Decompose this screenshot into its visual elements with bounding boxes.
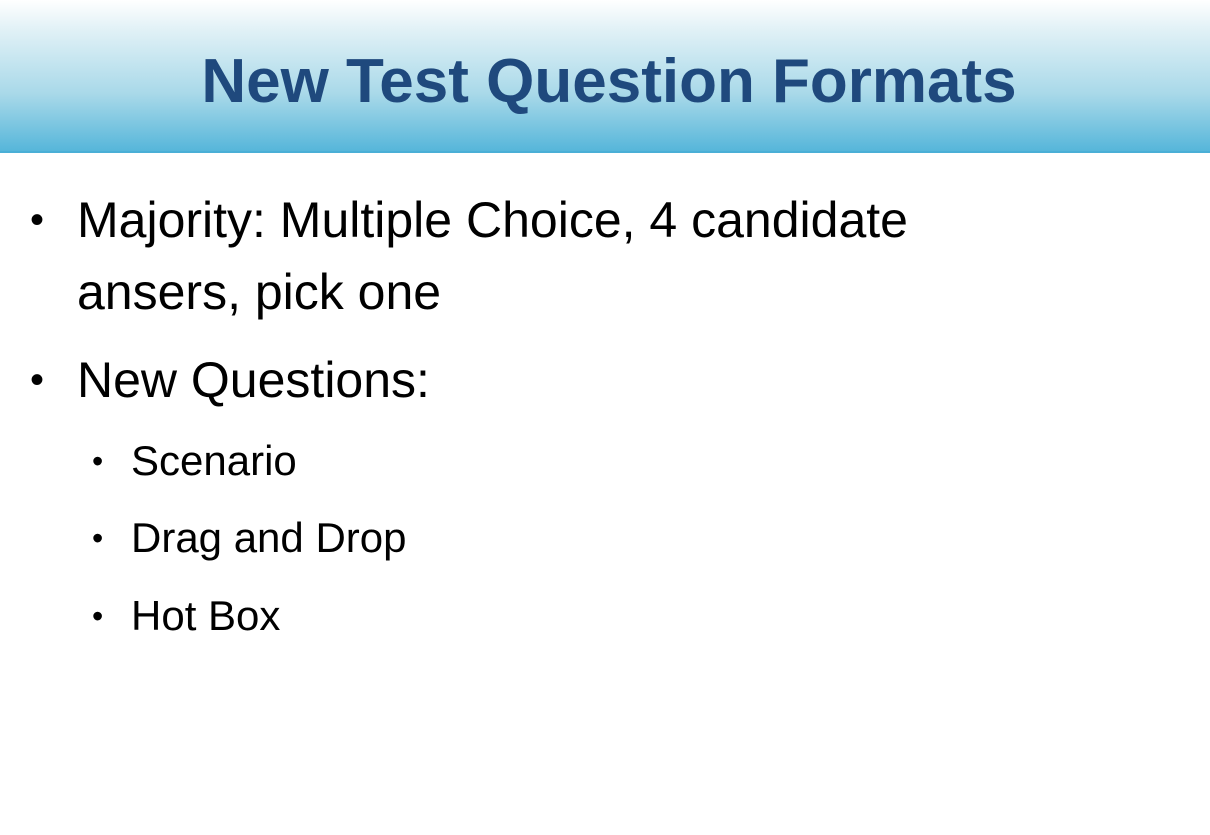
bullet-text-line: New Questions: [77, 352, 430, 408]
bullet-dot-icon: • [30, 198, 45, 242]
bullet-item: • Majority: Multiple Choice, 4 candidate… [0, 184, 1210, 328]
sub-bullet-dot-icon: • [92, 520, 104, 556]
sub-bullet-item: • Hot Box [0, 588, 1210, 644]
sub-bullet-dot-icon: • [92, 598, 104, 634]
sub-bullet-item: • Drag and Drop [0, 510, 1210, 566]
bullet-list: • Majority: Multiple Choice, 4 candidate… [0, 0, 1210, 835]
sub-bullet-text: Scenario [131, 437, 297, 484]
sub-bullet-text: Hot Box [131, 592, 281, 639]
bullet-text-line: Majority: Multiple Choice, 4 candidate [77, 192, 908, 248]
bullet-dot-icon: • [30, 358, 45, 402]
bullet-item: • New Questions: [0, 344, 1210, 416]
sub-bullet-item: • Scenario [0, 433, 1210, 489]
sub-bullet-dot-icon: • [92, 443, 104, 479]
bullet-text-line: ansers, pick one [77, 264, 442, 320]
sub-bullet-text: Drag and Drop [131, 514, 407, 561]
slide: New Test Question Formats • Majority: Mu… [0, 0, 1210, 835]
